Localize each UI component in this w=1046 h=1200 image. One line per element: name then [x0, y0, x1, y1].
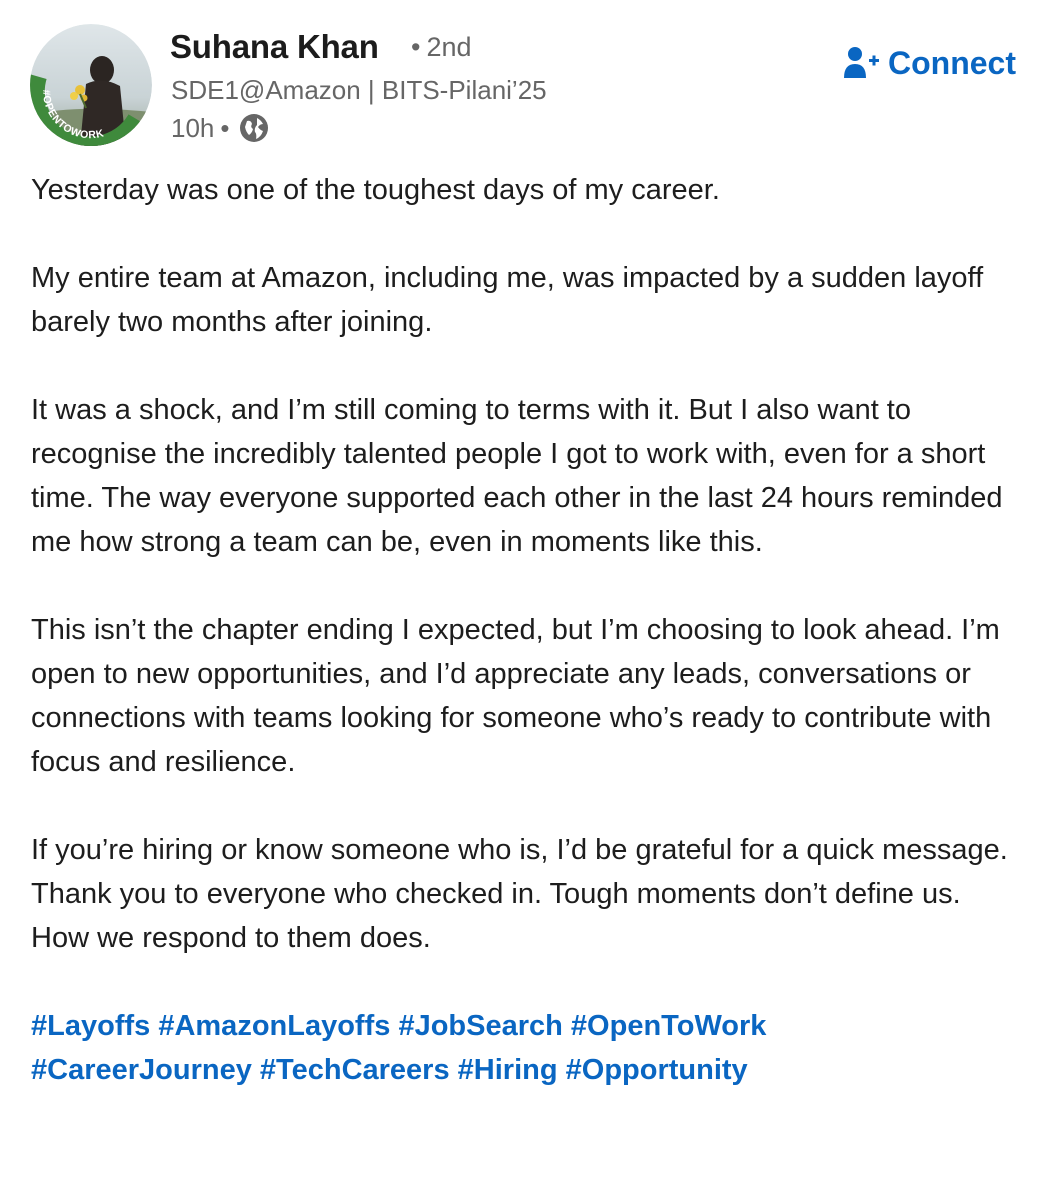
post-body: Yesterday was one of the toughest days o…: [31, 168, 1021, 1092]
hashtag-link[interactable]: #JobSearch: [398, 1010, 562, 1042]
post-meta: 10h •: [171, 112, 270, 144]
feed-post: #OPENTOWORK Suhana Khan • 2nd SDE1@Amazon…: [0, 0, 1046, 1200]
connect-label: Connect: [888, 44, 1016, 81]
hashtag-link[interactable]: #CareerJourney: [31, 1054, 252, 1086]
hashtag-link[interactable]: #Hiring: [458, 1054, 558, 1086]
author-name[interactable]: Suhana Khan: [170, 28, 379, 66]
post-paragraph: If you’re hiring or know someone who is,…: [31, 834, 1008, 866]
hashtag-list: #Layoffs #AmazonLayoffs #JobSearch #Open…: [31, 1004, 1021, 1092]
hashtag-link[interactable]: #OpenToWork: [571, 1010, 767, 1042]
post-paragraph: Thank you to everyone who checked in. To…: [31, 878, 961, 954]
degree-label: 2nd: [426, 32, 472, 62]
avatar-image: #OPENTOWORK: [30, 24, 152, 146]
post-time: 10h: [171, 112, 215, 143]
author-headline: SDE1@Amazon | BITS-Pilani’25: [171, 75, 547, 105]
hashtag-link[interactable]: #Opportunity: [566, 1054, 748, 1086]
globe-icon: [238, 112, 270, 144]
add-person-icon: [842, 44, 880, 82]
meta-separator: •: [220, 112, 230, 143]
connect-button[interactable]: Connect: [842, 44, 1016, 82]
post-paragraph: Yesterday was one of the toughest days o…: [31, 174, 720, 206]
hashtag-link[interactable]: #TechCareers: [260, 1054, 450, 1086]
post-paragraph: It was a shock, and I’m still coming to …: [31, 394, 1003, 558]
hashtag-link[interactable]: #AmazonLayoffs: [158, 1010, 390, 1042]
author-avatar[interactable]: #OPENTOWORK: [30, 24, 152, 146]
hashtag-link[interactable]: #Layoffs: [31, 1010, 150, 1042]
post-paragraph: My entire team at Amazon, including me, …: [31, 262, 984, 338]
post-paragraph: This isn’t the chapter ending I expected…: [31, 614, 1000, 778]
connection-degree: • 2nd: [411, 32, 472, 63]
degree-dot: •: [411, 32, 421, 62]
